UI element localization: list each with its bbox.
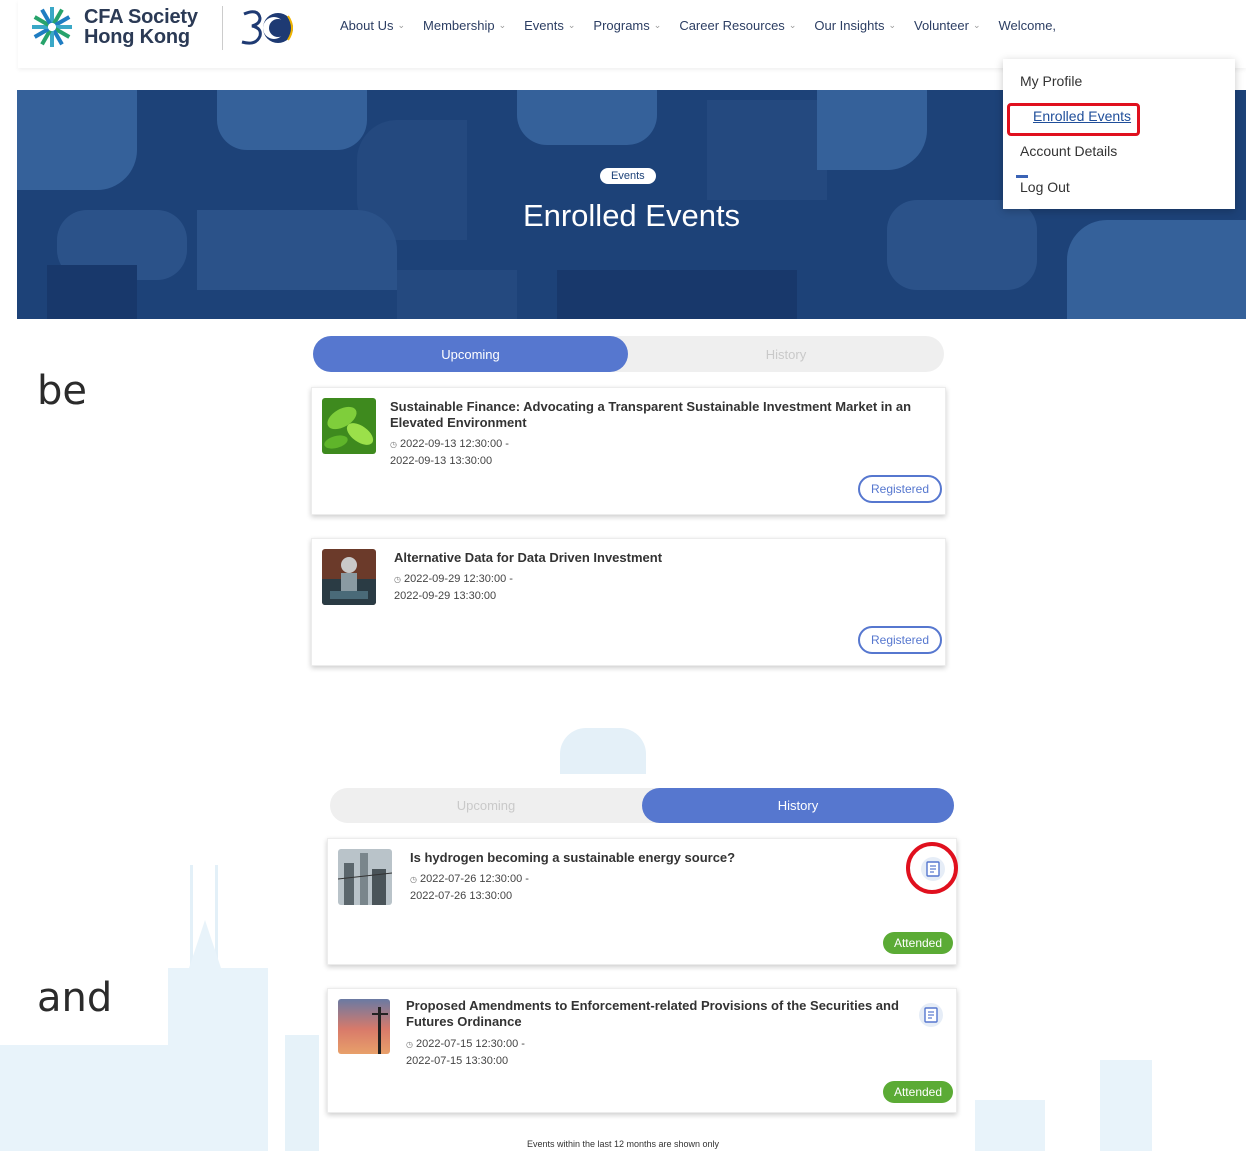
cfa-logo-icon [32,7,72,47]
nav-membership[interactable]: Membership ⌄ [423,18,506,33]
clock-icon: ◷ [394,575,401,584]
banner-shape [47,265,137,319]
nav-events[interactable]: Events ⌄ [524,18,575,33]
event-title[interactable]: Proposed Amendments to Enforcement-relat… [406,998,906,1030]
certificate-button[interactable] [919,1003,943,1027]
status-badge-registered[interactable]: Registered [858,475,942,503]
leaf-image-icon [322,398,376,454]
tab-upcoming[interactable]: Upcoming [330,788,642,823]
menu-item-account-details[interactable]: Account Details [1020,143,1117,159]
skyline-decoration [285,1035,319,1151]
active-indicator [1016,175,1028,178]
event-card[interactable]: Sustainable Finance: Advocating a Transp… [311,387,946,515]
side-text-bottom: and [37,975,113,1021]
banner-shape [557,270,797,319]
30th-anniversary-logo-icon [241,10,293,45]
tab-switcher-history-view: Upcoming History [330,788,954,823]
event-thumbnail [338,999,390,1054]
side-text-top: be [37,368,87,414]
highlight-box [1007,103,1140,136]
logo-text-line1: CFA Society [84,6,198,28]
tab-switcher-upcoming-view: Upcoming History [313,336,944,372]
chevron-down-icon: ⌄ [888,19,896,30]
main-nav: About Us ⌄ Membership ⌄ Events ⌄ Programs ⌄ … [340,0,1074,50]
industrial-image-icon [338,849,392,905]
status-badge-registered[interactable]: Registered [858,626,942,654]
banner-shape [517,90,657,145]
logo-text: CFA Society Hong Kong [84,7,198,47]
event-title[interactable]: Alternative Data for Data Driven Investm… [394,550,934,566]
event-thumbnail [338,849,392,905]
nav-about-us[interactable]: About Us ⌄ [340,18,405,33]
event-thumbnail [322,549,376,605]
clock-icon: ◷ [390,440,397,449]
chevron-down-icon: ⌄ [567,19,576,30]
chevron-down-icon: ⌄ [788,19,797,30]
tab-history[interactable]: History [628,336,944,372]
sunset-image-icon [338,999,390,1054]
skyline-decoration [1100,1060,1152,1151]
chevron-down-icon: ⌄ [397,19,406,30]
event-card[interactable]: Proposed Amendments to Enforcement-relat… [327,988,957,1113]
skyline-decoration [168,968,268,1151]
nav-programs[interactable]: Programs ⌄ [593,18,661,33]
event-card[interactable]: Alternative Data for Data Driven Investm… [311,538,946,666]
robot-image-icon [322,549,376,605]
event-title[interactable]: Sustainable Finance: Advocating a Transp… [390,399,930,431]
menu-item-my-profile[interactable]: My Profile [1020,73,1082,89]
nav-career-resources[interactable]: Career Resources ⌄ [679,18,796,33]
nav-welcome-user[interactable]: Welcome, [998,18,1056,33]
banner-shape [707,100,827,200]
logo-text-line2: Hong Kong [84,26,190,48]
banner-shape [817,90,927,170]
event-card[interactable]: Is hydrogen becoming a sustainable energ… [327,838,957,965]
chevron-down-icon: ⌄ [972,19,981,30]
banner-shape [217,90,367,150]
tab-upcoming[interactable]: Upcoming [313,336,628,372]
tab-history[interactable]: History [642,788,954,823]
event-date: ◷ 2022-09-29 12:30:00 - 2022-09-29 13:30… [394,573,513,602]
menu-item-log-out[interactable]: Log Out [1020,179,1070,195]
document-icon [924,1007,938,1023]
banner-shape [17,90,137,190]
event-title[interactable]: Is hydrogen becoming a sustainable energ… [410,850,880,866]
bridge-decoration [560,728,646,774]
chevron-down-icon: ⌄ [653,19,662,30]
event-date: ◷ 2022-09-13 12:30:00 - 2022-09-13 13:30… [390,438,509,467]
status-badge-attended: Attended [883,932,953,954]
event-date: ◷ 2022-07-26 12:30:00 - 2022-07-26 13:30… [410,873,529,902]
banner-shape [397,270,517,319]
logo-divider [222,6,223,50]
site-header: CFA Society Hong Kong About Us ⌄ Membersh… [18,0,1246,68]
chevron-down-icon: ⌄ [498,19,507,30]
status-badge-attended: Attended [883,1081,953,1103]
clock-icon: ◷ [410,875,417,884]
banner-shape [1067,220,1246,319]
history-footnote: Events within the last 12 months are sho… [526,1139,720,1149]
highlight-circle [906,842,958,894]
nav-our-insights[interactable]: Our Insights ⌄ [814,18,896,33]
clock-icon: ◷ [406,1040,413,1049]
nav-volunteer[interactable]: Volunteer ⌄ [914,18,980,33]
event-thumbnail [322,398,376,454]
site-logo[interactable]: CFA Society Hong Kong [30,6,198,48]
banner-category-pill: Events [600,168,656,184]
event-date: ◷ 2022-07-15 12:30:00 - 2022-07-15 13:30… [406,1038,525,1067]
